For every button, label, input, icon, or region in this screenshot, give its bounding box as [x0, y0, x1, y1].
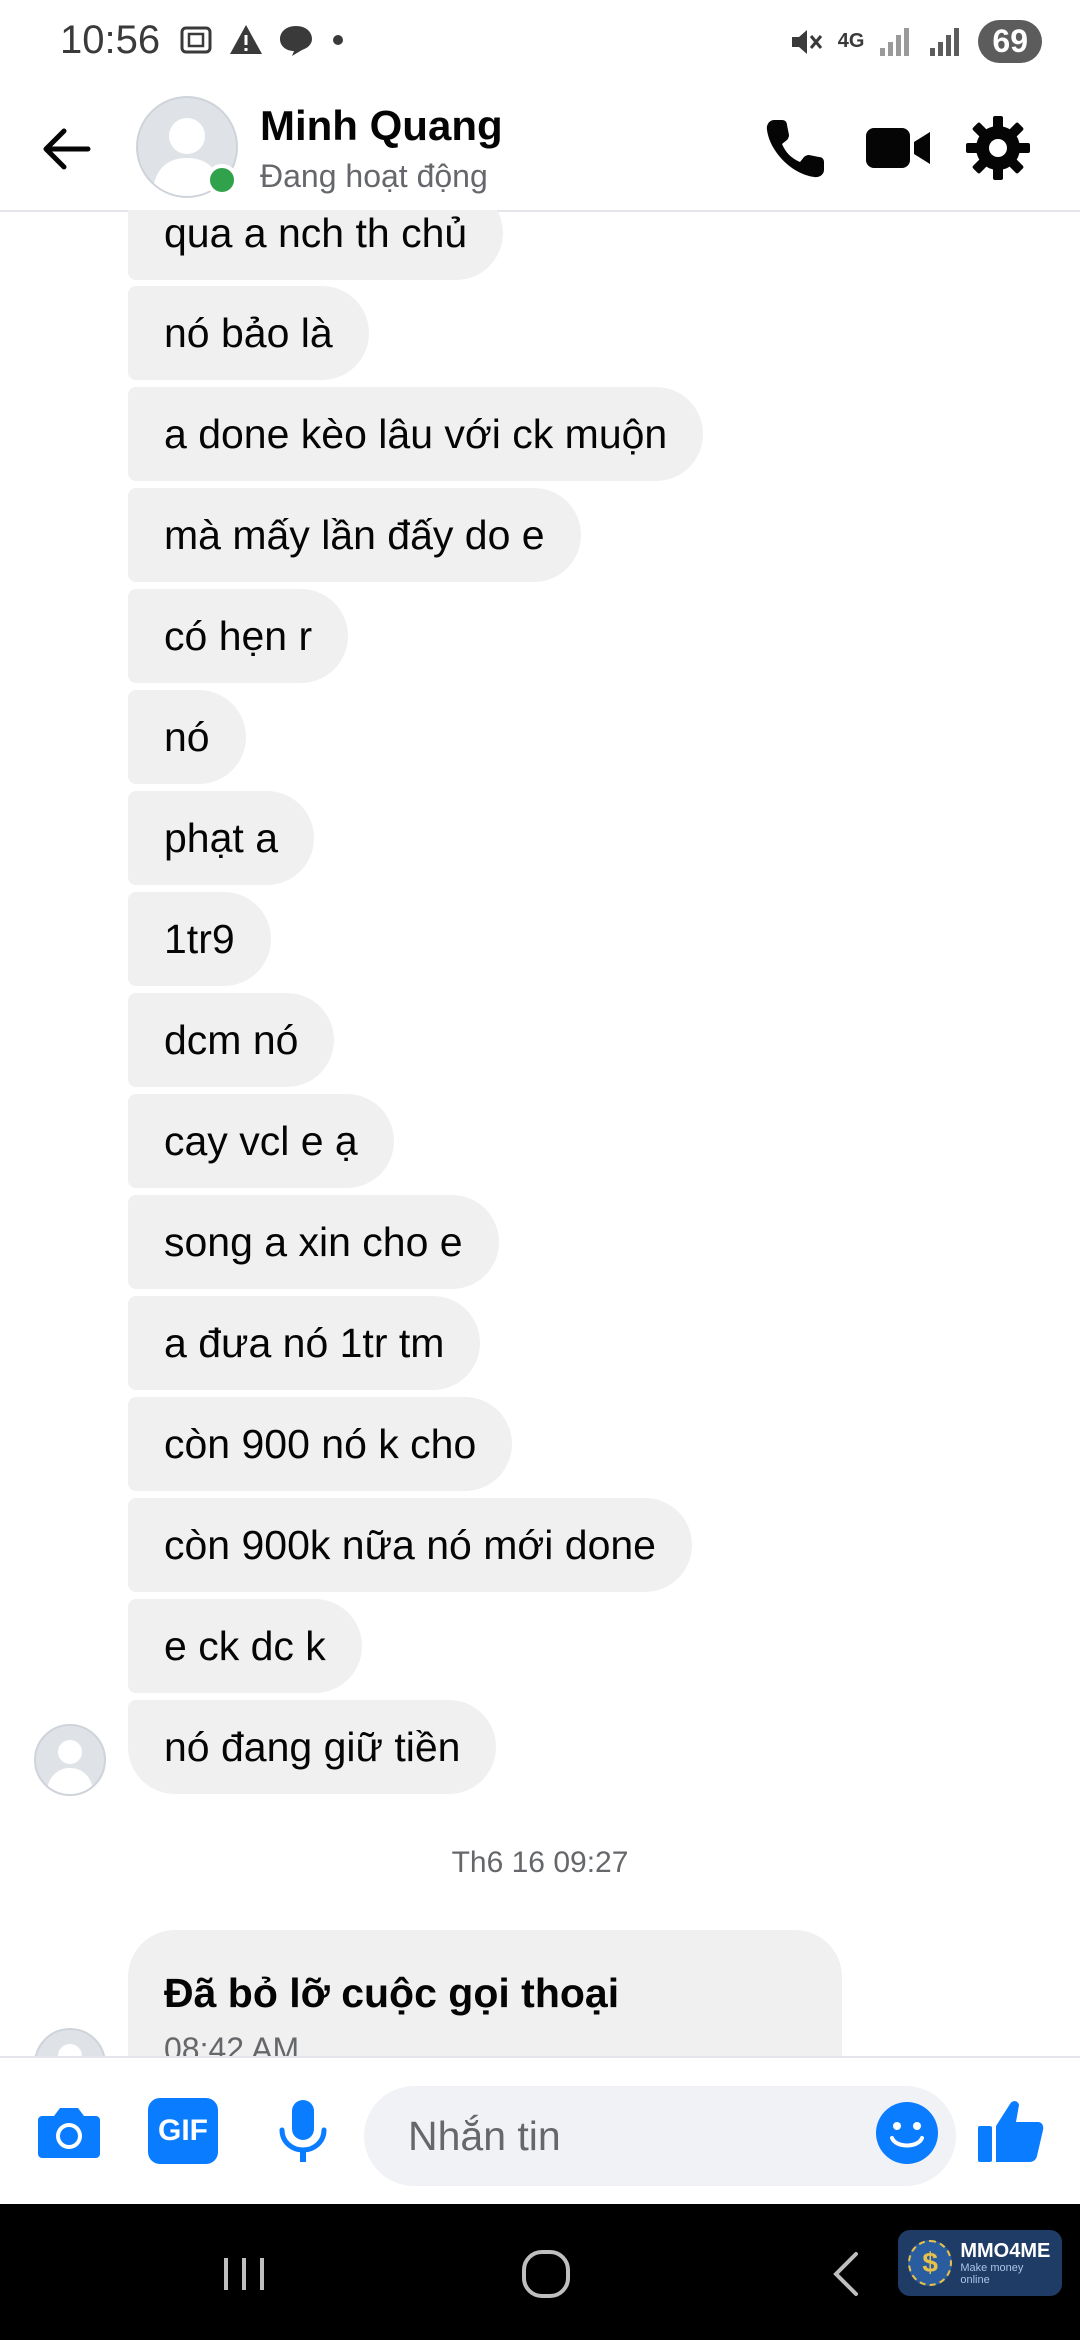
home-icon[interactable]: [516, 2244, 576, 2304]
message-bubble[interactable]: có hẹn r: [128, 589, 349, 683]
sender-avatar[interactable]: [34, 2028, 106, 2056]
missed-call-title: Đã bỏ lỡ cuộc gọi thoại: [164, 1970, 620, 2016]
message-bubble[interactable]: mà mấy lần đấy do e: [128, 488, 581, 582]
avatar-silhouette-icon: [58, 2044, 82, 2056]
dot-icon: [333, 35, 343, 45]
dollar-coin-icon: $: [908, 2240, 953, 2286]
contact-avatar[interactable]: [136, 96, 238, 198]
network-type: 4G: [837, 30, 865, 52]
message-bubble[interactable]: cay vcl e ạ: [128, 1094, 394, 1188]
contact-status: Đang hoạt động: [260, 158, 488, 194]
notification-icons: [178, 22, 348, 58]
contact-name[interactable]: Minh Quang: [260, 102, 503, 150]
gear-icon[interactable]: [962, 112, 1034, 184]
microphone-icon[interactable]: [268, 2096, 338, 2166]
signal-icon-2: [930, 27, 960, 56]
message-bubble[interactable]: nó đang giữ tiền: [128, 1700, 497, 1794]
message-bubble[interactable]: dcm nó: [128, 993, 335, 1087]
message-bubble[interactable]: a đưa nó 1tr tm: [128, 1296, 481, 1390]
video-call-icon[interactable]: [862, 112, 934, 184]
message-bubble[interactable]: e ck dc k: [128, 1599, 362, 1693]
online-indicator: [206, 164, 238, 196]
message-composer: GIF: [0, 2056, 1080, 2206]
chat-notification-icon: [280, 26, 312, 56]
message-list[interactable]: qua a nch th chủ nó bảo là a done kèo lâ…: [0, 210, 1080, 2056]
back-arrow-icon[interactable]: [34, 116, 100, 182]
avatar-silhouette-icon: [46, 1740, 94, 1794]
watermark-tagline: Make money online: [960, 2261, 1024, 2286]
battery-level: 69: [978, 20, 1042, 63]
recent-apps-icon[interactable]: [214, 2244, 274, 2304]
phone-call-icon[interactable]: [760, 112, 832, 184]
watermark-brand: MMO4ME: [960, 2239, 1051, 2262]
message-bubble[interactable]: phạt a: [128, 791, 314, 885]
message-bubble[interactable]: 1tr9: [128, 892, 271, 986]
sender-avatar[interactable]: [34, 1724, 106, 1796]
missed-call-bubble[interactable]: Đã bỏ lỡ cuộc gọi thoại 08:42 AM: [128, 1930, 842, 2056]
system-status-icons: 4G 69: [788, 20, 1042, 63]
warning-icon: [230, 25, 262, 54]
message-bubble[interactable]: còn 900 nó k cho: [128, 1397, 513, 1491]
status-bar: 10:56 4G 69: [0, 0, 1080, 88]
message-bubble[interactable]: nó bảo là: [128, 286, 369, 380]
watermark-logo: $ MMO4ME Make money online: [898, 2230, 1062, 2296]
emoji-icon[interactable]: [872, 2098, 942, 2168]
message-bubble[interactable]: qua a nch th chủ: [128, 210, 504, 280]
screenshot-notification-icon: [180, 26, 212, 54]
signal-icon: [880, 27, 910, 56]
like-thumbs-up-icon[interactable]: [976, 2096, 1046, 2166]
conversation-header: Minh Quang Đang hoạt động: [0, 88, 1080, 212]
message-bubble[interactable]: song a xin cho e: [128, 1195, 499, 1289]
message-bubble[interactable]: còn 900k nữa nó mới done: [128, 1498, 692, 1592]
camera-icon[interactable]: [34, 2096, 104, 2166]
status-time: 10:56: [60, 18, 161, 62]
back-nav-icon[interactable]: [818, 2244, 878, 2304]
message-input[interactable]: [364, 2086, 956, 2186]
date-divider: Th6 16 09:27: [451, 1846, 629, 1879]
gif-button[interactable]: GIF: [148, 2098, 218, 2164]
gif-label: GIF: [158, 2114, 208, 2147]
message-bubble[interactable]: nó: [128, 690, 246, 784]
message-bubble[interactable]: a done kèo lâu với ck muộn: [128, 387, 704, 481]
system-navigation-bar: $ MMO4ME Make money online: [0, 2204, 1080, 2340]
mute-icon: [791, 29, 822, 54]
missed-call-time: 08:42 AM: [164, 2031, 300, 2056]
